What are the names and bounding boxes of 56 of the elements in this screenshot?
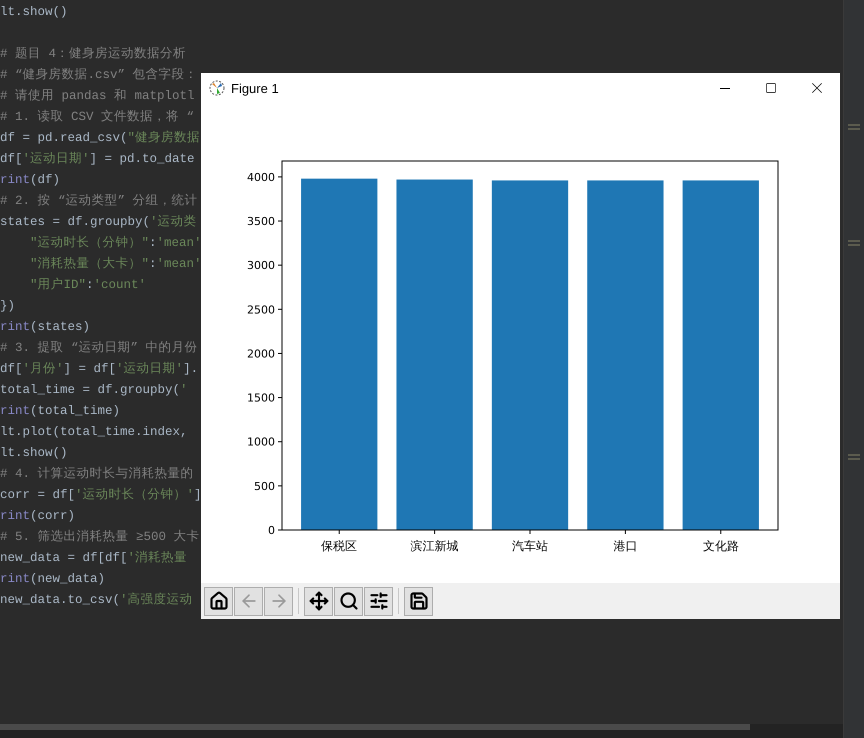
x-tick-label: 港口 [613, 539, 638, 553]
sliders-icon [368, 591, 388, 611]
maximize-icon [765, 82, 777, 94]
code-line: }) [0, 298, 16, 315]
code-line: new_data.to_csv('高强度运动 [0, 592, 193, 609]
code-line: # 3. 提取 “运动日期” 中的月份 [0, 340, 198, 357]
save-button[interactable] [404, 586, 433, 616]
code-line: "消耗热量（大卡）":'mean' [29, 256, 202, 273]
y-tick-label: 1000 [247, 436, 275, 449]
logo-icon [209, 80, 225, 96]
code-line: # 1. 读取 CSV 文件数据，将 “ [0, 108, 194, 126]
code-line: # 题目 4：健身房运动数据分析 [0, 46, 186, 63]
code-line: # 5. 筛选出消耗热量 ≥500 大卡 [0, 528, 200, 546]
code-line: df['运动日期'] = pd.to_date [0, 150, 195, 168]
window-title: Figure 1 [231, 80, 280, 96]
code-line: rint(df) [0, 172, 60, 189]
search-icon [338, 591, 358, 611]
code-line: lt.show() [0, 445, 68, 462]
configure-button[interactable] [364, 586, 393, 616]
y-tick-label: 500 [254, 480, 275, 493]
code-line: df = pd.read_csv("健身房数据 [0, 130, 200, 147]
y-tick-label: 4000 [247, 170, 275, 184]
code-line: rint(total_time) [0, 403, 120, 420]
code-line: rint(corr) [0, 508, 76, 525]
code-line: rint(new_data) [0, 571, 106, 588]
code-line: total_time = df.groupby(' [0, 382, 188, 399]
code-line: corr = df['运动时长（分钟）'] [0, 486, 202, 504]
code-line: df['月份'] = df['运动日期']. [0, 360, 198, 378]
y-tick-label: 0 [268, 524, 275, 537]
x-tick-label: 文化路 [702, 539, 739, 553]
code-line: # 请使用 pandas 和 matplotl [0, 88, 195, 105]
y-tick-label: 3500 [247, 215, 275, 228]
x-tick-label: 滨江新城 [410, 539, 459, 553]
home-icon [208, 591, 228, 611]
pan-button[interactable] [304, 586, 333, 616]
code-line: # “健身房数据.csv” 包含字段： [0, 66, 198, 84]
move-icon [308, 591, 328, 611]
code-line: # 2. 按 “运动类型” 分组，统计 [0, 192, 198, 210]
code-line: lt.plot(total_time.index, [0, 424, 188, 441]
save-icon [408, 591, 428, 611]
horizontal-scrollbar[interactable] [0, 724, 750, 730]
y-tick-label: 1500 [247, 392, 275, 405]
code-line: new_data = df[df['消耗热量 [0, 550, 188, 567]
code-line: rint(states) [0, 319, 90, 336]
code-line: "运动时长（分钟）":'mean' [29, 234, 202, 252]
x-tick-label: 汽车站 [512, 539, 548, 553]
y-tick-label: 3000 [247, 259, 275, 272]
code-line: lt.show() [0, 4, 68, 21]
x-tick-label: 保税区 [321, 539, 358, 553]
zoom-button[interactable] [334, 586, 363, 616]
code-line: states = df.groupby('运动类 [0, 214, 197, 231]
code-line: # 4. 计算运动时长与消耗热量的 [0, 466, 194, 483]
code-line: "用户ID":'count' [29, 276, 146, 294]
home-button[interactable] [204, 586, 233, 616]
y-tick-label: 2000 [247, 347, 275, 360]
y-tick-label: 2500 [247, 303, 275, 316]
